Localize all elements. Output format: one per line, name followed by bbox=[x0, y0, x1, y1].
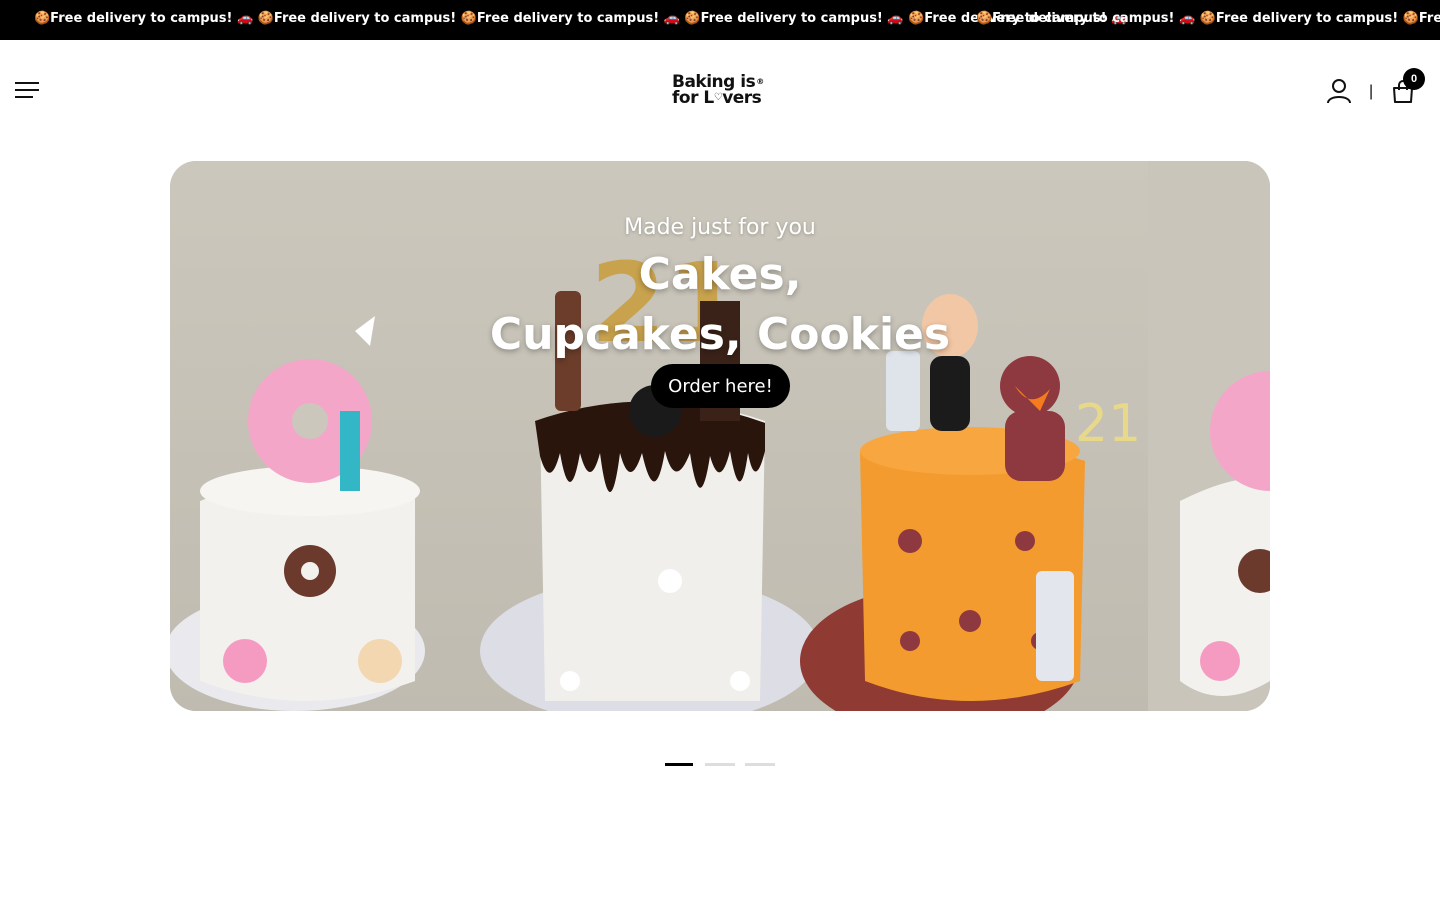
hero-title-line-1: Cakes, bbox=[638, 249, 802, 300]
site-header: Baking is® for L♡vers | 0 bbox=[0, 40, 1440, 140]
user-icon bbox=[1327, 79, 1351, 104]
heart-icon: ♡ bbox=[713, 92, 723, 103]
hamburger-icon bbox=[15, 82, 39, 98]
order-here-button[interactable]: Order here! bbox=[651, 364, 790, 408]
slide-dot-1[interactable] bbox=[665, 763, 693, 766]
announcement-bar: 🍪Free delivery to campus! 🚗 🍪Free delive… bbox=[0, 0, 1440, 40]
hero-title-line-2: Cupcakes, Cookies bbox=[489, 309, 951, 360]
account-button[interactable] bbox=[1326, 78, 1352, 104]
hero-banner[interactable]: 21 21 Made just for you Cakes, Cupcakes,… bbox=[170, 161, 1270, 711]
site-logo[interactable]: Baking is® for L♡vers bbox=[672, 74, 768, 110]
hero-subtitle: Made just for you bbox=[624, 215, 816, 240]
slide-dot-3[interactable] bbox=[745, 763, 775, 766]
svg-text:21: 21 bbox=[1075, 394, 1141, 454]
logo-line-2: for L♡vers bbox=[672, 88, 762, 108]
slide-dot-2[interactable] bbox=[705, 763, 735, 766]
cakes-photo: 21 21 bbox=[170, 161, 1270, 711]
announcement-text: 🍪Free delivery to campus! 🚗 🍪Free delive… bbox=[34, 11, 1128, 26]
cart-count-badge: 0 bbox=[1403, 68, 1425, 90]
slider-pagination bbox=[0, 763, 1440, 767]
announcement-text-repeat: 🍪Free delivery to campus! 🚗 🍪Free delive… bbox=[976, 11, 1440, 26]
menu-button[interactable] bbox=[14, 80, 40, 100]
hero-title: Cakes, Cupcakes, Cookies bbox=[170, 245, 1270, 365]
header-divider: | bbox=[1369, 83, 1374, 100]
